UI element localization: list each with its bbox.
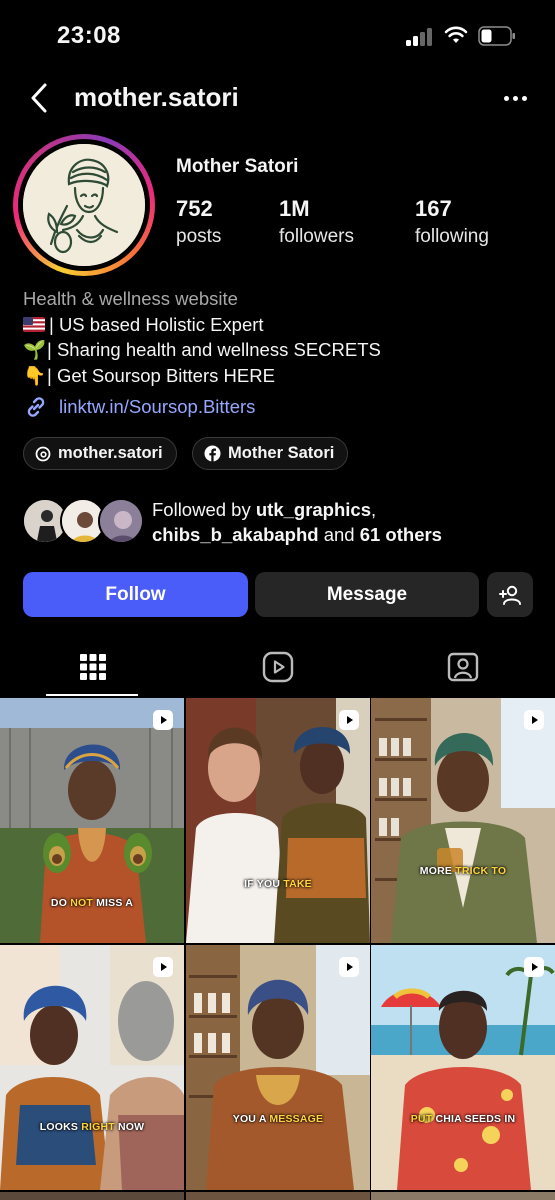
post-caption: LOOKS RIGHT NOW: [39, 1121, 145, 1133]
profile-display-name: Mother Satori: [176, 156, 299, 177]
mutual-others-count: 61 others: [359, 524, 442, 545]
post-image: [186, 698, 370, 943]
bio-link[interactable]: linktw.in/Soursop.Bitters: [23, 394, 255, 420]
followed-by-and: and: [318, 524, 360, 545]
profile-avatar[interactable]: [13, 134, 155, 276]
reels-icon: [262, 651, 293, 683]
reel-icon: [339, 957, 359, 977]
profile-handle: mother.satori: [74, 82, 239, 112]
mutual-followers-text: Followed by utk_graphics, chibs_b_akabap…: [152, 497, 442, 547]
mutual-user-1: utk_graphics: [255, 499, 372, 520]
post-caption: DO NOT MISS A: [50, 897, 134, 909]
stat-following-value: 167: [415, 196, 452, 221]
profile-tabs: [0, 638, 555, 696]
followed-by-sep: ,: [371, 499, 377, 520]
profile-bio: Health & wellness website | US based Hol…: [23, 286, 543, 388]
stat-following-label: following: [415, 226, 489, 247]
stat-posts[interactable]: 752 posts: [176, 196, 221, 248]
reel-icon: [339, 710, 359, 730]
avatar-logo-image: [23, 144, 145, 266]
chevron-left-icon: [31, 83, 47, 113]
facebook-label: Mother Satori: [228, 444, 335, 462]
suggested-users-button[interactable]: [487, 572, 533, 617]
tagged-icon: [447, 652, 478, 682]
post-thumbnail[interactable]: PUT CHIA SEEDS IN: [371, 945, 555, 1190]
post-thumbnail[interactable]: DO NOT MISS A: [0, 698, 184, 943]
facebook-icon: [204, 445, 221, 462]
post-caption: MORE TRICK TO: [419, 865, 507, 877]
mutual-user-2: chibs_b_akabaphd: [152, 524, 319, 545]
post-caption: IF YOU TAKE: [244, 878, 312, 890]
post-thumbnail[interactable]: MORE TRICK TO: [371, 698, 555, 943]
add-person-icon: [499, 585, 521, 605]
post-image: [371, 945, 555, 1190]
link-icon: [27, 397, 45, 417]
more-dot-icon: [521, 95, 527, 101]
stat-posts-value: 752: [176, 196, 213, 221]
post-thumbnail[interactable]: [186, 1192, 370, 1200]
tab-reels[interactable]: [185, 638, 370, 696]
more-dot-icon: [512, 95, 518, 101]
reel-icon: [524, 710, 544, 730]
posts-grid: DO NOT MISS A IF YOU TAKE MORE TRICK TO …: [0, 698, 555, 1200]
seedling-icon: 🌱: [23, 339, 47, 360]
message-button[interactable]: Message: [255, 572, 479, 617]
bio-line-text: | Get Soursop Bitters HERE: [47, 364, 275, 386]
grid-icon: [79, 654, 106, 680]
post-caption: PUT CHIA SEEDS IN: [410, 1113, 516, 1125]
more-options-button[interactable]: [497, 84, 533, 112]
threads-link-pill[interactable]: mother.satori: [23, 437, 177, 470]
post-thumbnail[interactable]: IF YOU TAKE: [186, 698, 370, 943]
battery-icon: [478, 26, 515, 46]
post-caption: YOU A MESSAGE: [232, 1113, 324, 1125]
profile-header: mother.satori: [0, 72, 555, 124]
bio-line-text: | US based Holistic Expert: [49, 313, 264, 335]
cellular-signal-icon: [406, 28, 434, 46]
tab-posts-grid[interactable]: [0, 638, 185, 696]
stat-followers-value: 1M: [279, 196, 310, 221]
mutual-avatar: [98, 498, 144, 544]
bio-line: | US based Holistic Expert: [23, 312, 543, 338]
reel-icon: [524, 957, 544, 977]
reel-icon: [153, 710, 173, 730]
stat-posts-label: posts: [176, 226, 222, 247]
us-flag-icon: [23, 316, 45, 332]
bio-line: 👇| Get Soursop Bitters HERE: [23, 363, 543, 389]
stat-followers-label: followers: [279, 226, 354, 247]
bio-link-text: linktw.in/Soursop.Bitters: [59, 396, 256, 417]
back-button[interactable]: [22, 78, 56, 118]
active-tab-indicator: [46, 694, 138, 696]
threads-label: mother.satori: [58, 444, 163, 462]
bio-line: 🌱| Sharing health and wellness SECRETS: [23, 337, 543, 363]
stat-following[interactable]: 167 following: [415, 196, 489, 248]
post-thumbnail[interactable]: YOU A MESSAGE: [186, 945, 370, 1190]
stat-followers[interactable]: 1M followers: [279, 196, 354, 248]
reel-icon: [153, 957, 173, 977]
more-dot-icon: [503, 95, 509, 101]
mutual-followers[interactable]: Followed by utk_graphics, chibs_b_akabap…: [22, 496, 542, 546]
pointing-down-icon: 👇: [23, 364, 47, 386]
post-image: [186, 945, 370, 1190]
status-bar: 23:08: [0, 0, 555, 70]
wifi-icon: [444, 26, 468, 43]
bio-line-text: | Sharing health and wellness SECRETS: [47, 339, 381, 360]
post-image: [371, 698, 555, 943]
followed-by-prefix: Followed by: [152, 499, 256, 520]
facebook-link-pill[interactable]: Mother Satori: [192, 437, 349, 470]
threads-icon: [35, 446, 51, 461]
post-thumbnail[interactable]: [0, 1192, 184, 1200]
status-time: 23:08: [57, 22, 121, 49]
tab-tagged[interactable]: [370, 638, 555, 696]
post-thumbnail[interactable]: LOOKS RIGHT NOW: [0, 945, 184, 1190]
post-thumbnail[interactable]: [371, 1192, 555, 1200]
profile-category: Health & wellness website: [23, 288, 238, 309]
post-image: [0, 945, 184, 1190]
follow-button[interactable]: Follow: [23, 572, 248, 617]
